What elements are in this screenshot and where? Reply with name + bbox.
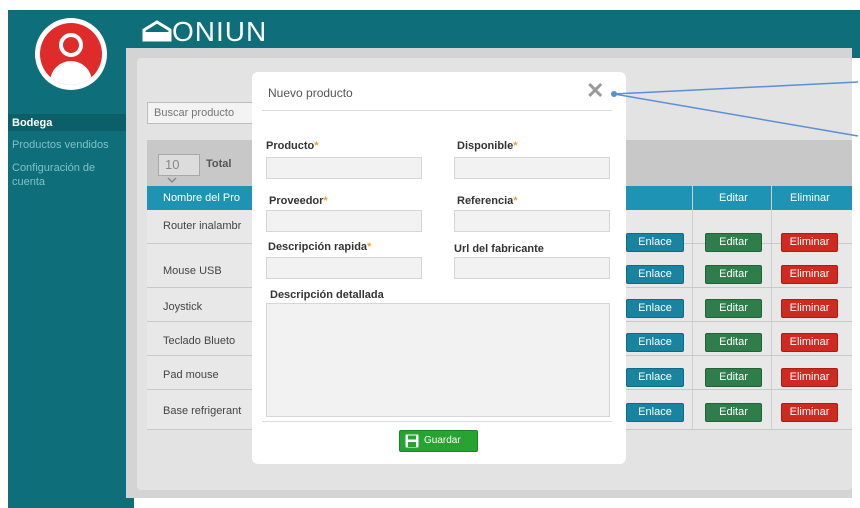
required-mark: * <box>367 241 372 253</box>
app-logo-text: ONIUN <box>172 16 268 47</box>
edit-button[interactable]: Editar <box>705 233 762 252</box>
edit-button[interactable]: Editar <box>705 265 762 284</box>
page-size-value: 10 <box>165 157 180 172</box>
link-button[interactable]: Enlace <box>626 403 684 422</box>
total-label: Total <box>206 158 232 170</box>
product-name: Mouse USB <box>163 265 222 277</box>
search-input[interactable] <box>147 102 257 124</box>
sidebar-item-bodega[interactable]: Bodega <box>8 114 134 131</box>
save-button-label: Guardar <box>424 435 461 446</box>
product-name: Base refrigerant <box>163 405 242 417</box>
modal-divider <box>262 110 612 111</box>
column-header-delete: Eliminar <box>790 192 830 204</box>
product-name: Joystick <box>163 301 203 313</box>
label-referencia: Referencia* <box>457 195 518 207</box>
label-proveedor: Proveedor* <box>269 195 328 207</box>
user-avatar-icon <box>40 23 102 85</box>
label-descripcion-detallada: Descripción detallada <box>270 289 384 301</box>
product-name: Router inalambr <box>163 220 242 232</box>
disponible-field[interactable] <box>454 157 610 179</box>
label-descripcion-rapida: Descripción rapida* <box>268 241 372 253</box>
product-name: Teclado Blueto <box>163 335 236 347</box>
save-button[interactable]: Guardar <box>399 430 478 452</box>
delete-button[interactable]: Eliminar <box>781 403 838 422</box>
url-fabricante-field[interactable] <box>454 257 610 279</box>
label-disponible: Disponible* <box>457 140 518 152</box>
producto-field[interactable] <box>266 157 422 179</box>
avatar[interactable] <box>35 18 107 90</box>
delete-button[interactable]: Eliminar <box>781 265 838 284</box>
annotation-arrows <box>611 81 859 137</box>
required-mark: * <box>513 195 518 207</box>
descripcion-detallada-field[interactable] <box>266 303 610 417</box>
required-mark: * <box>314 140 319 152</box>
product-name: Pad mouse <box>163 369 219 381</box>
edit-button[interactable]: Editar <box>705 299 762 318</box>
house-logo-icon <box>142 20 172 42</box>
delete-button[interactable]: Eliminar <box>781 233 838 252</box>
delete-button[interactable]: Eliminar <box>781 299 838 318</box>
delete-button[interactable]: Eliminar <box>781 333 838 352</box>
label-producto: Producto* <box>266 140 319 152</box>
modal-title: Nuevo producto <box>268 86 353 100</box>
required-mark: * <box>323 195 328 207</box>
edit-button[interactable]: Editar <box>705 403 762 422</box>
link-button[interactable]: Enlace <box>626 368 684 387</box>
link-button[interactable]: Enlace <box>626 233 684 252</box>
edit-button[interactable]: Editar <box>705 333 762 352</box>
link-button[interactable]: Enlace <box>626 265 684 284</box>
referencia-field[interactable] <box>454 210 610 232</box>
required-mark: * <box>513 140 518 152</box>
modal-divider <box>262 421 612 422</box>
proveedor-field[interactable] <box>266 210 422 232</box>
link-button[interactable]: Enlace <box>626 333 684 352</box>
sidebar-item-productos-vendidos[interactable]: Productos vendidos <box>8 138 134 152</box>
sidebar: Bodega Productos vendidos Configuración … <box>8 10 134 508</box>
label-url-fabricante: Url del fabricante <box>454 243 544 255</box>
sidebar-item-configuracion[interactable]: Configuración de cuenta <box>8 161 118 189</box>
close-icon[interactable]: ✕ <box>586 80 604 102</box>
column-header-edit: Editar <box>719 192 748 204</box>
chevron-down-icon <box>167 177 177 184</box>
page-size-select[interactable]: 10 <box>158 154 200 184</box>
column-header-name: Nombre del Pro <box>163 192 241 204</box>
link-button[interactable]: Enlace <box>626 299 684 318</box>
descripcion-rapida-field[interactable] <box>266 257 422 279</box>
delete-button[interactable]: Eliminar <box>781 368 838 387</box>
floppy-disk-icon <box>405 434 419 448</box>
edit-button[interactable]: Editar <box>705 368 762 387</box>
